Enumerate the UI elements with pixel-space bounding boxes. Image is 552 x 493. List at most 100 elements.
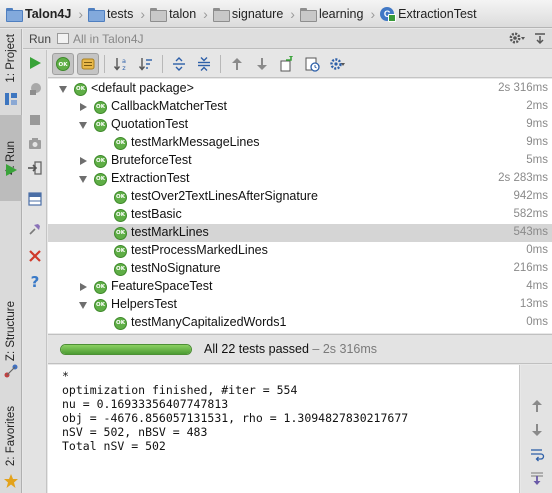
dump-threads-icon[interactable] [27,136,43,152]
project-tab[interactable]: 1: Project [0,29,22,87]
test-passed-icon: OK [114,191,127,204]
test-duration: 942ms [513,190,548,202]
breadcrumb-item[interactable]: signature [211,3,286,25]
test-passed-icon: OK [114,245,127,258]
test-method-node[interactable]: OK testProcessMarkedLines 0ms [48,242,552,260]
test-passed-icon: OK [94,119,107,132]
soft-wrap-icon[interactable] [529,446,545,462]
star-icon [4,474,18,488]
tree-root-node[interactable]: OK <default package> 2s 316ms [48,80,552,98]
test-name: testMarkMessageLines [131,135,260,149]
test-settings-button[interactable] [326,53,348,75]
help-icon[interactable]: ? [27,273,43,289]
expand-arrow-icon[interactable] [79,122,87,129]
test-name: FeatureSpaceTest [111,279,213,293]
history-icon [305,57,320,72]
sort-duration-icon [138,57,152,71]
test-class-node[interactable]: OK HelpersTest 13ms [48,296,552,314]
breadcrumb-label: signature [231,6,284,21]
test-history-button[interactable] [301,53,323,75]
test-method-node[interactable]: OK testManyCapitalizedWords1 0ms [48,314,552,332]
console-output[interactable]: * optimization finished, #iter = 554 nu = … [48,365,520,493]
expand-arrow-icon[interactable] [79,302,87,309]
status-separator: – [308,342,323,356]
run-configuration-tab[interactable]: All in Talon4J [57,32,144,46]
test-method-node[interactable]: OK testMarkLines 543ms [48,224,552,242]
expand-all-button[interactable] [168,53,190,75]
test-duration: 582ms [513,208,548,220]
sort-alphabetically-button[interactable]: az [110,53,132,75]
collapsed-arrow-icon[interactable] [80,283,87,291]
test-name: CallbackMatcherTest [111,99,228,113]
scroll-up-icon[interactable] [529,398,545,414]
close-icon[interactable] [27,248,43,264]
debug-icon[interactable] [27,81,43,97]
next-failed-test-button[interactable] [251,53,273,75]
favorites-tab[interactable]: 2: Favorites [0,401,22,471]
previous-failed-test-button[interactable] [226,53,248,75]
breadcrumb-item[interactable]: talon [148,3,199,25]
breadcrumb-item[interactable]: tests [86,3,136,25]
test-status-bar: All 22 tests passed – 2s 316ms [48,334,552,364]
collapsed-arrow-icon[interactable] [80,157,87,165]
test-method-node[interactable]: OK testMarkMessageLines 9ms [48,134,552,152]
test-name: testBasic [131,207,182,221]
tool-window-stripe: 1: Project 4: Run Z: Structure 2: Favori… [0,29,22,493]
layout-icon[interactable] [27,191,43,207]
svg-text:?: ? [31,273,40,289]
expand-arrow-icon[interactable] [59,86,67,93]
console-line: * [62,369,69,383]
structure-tab[interactable]: Z: Structure [0,291,22,371]
test-passed-icon: OK [114,317,127,330]
test-duration: 9ms [526,118,548,130]
test-name: BruteforceTest [111,153,192,167]
breadcrumb-item[interactable]: Talon4J [4,3,74,25]
test-method-node[interactable]: OK testNoSignature 216ms [48,260,552,278]
test-results-tree[interactable]: OK <default package> 2s 316ms OK CallbackMat… [48,79,552,333]
export-results-button[interactable] [276,53,298,75]
package-folder-icon [212,7,230,22]
test-class-node[interactable]: OK BruteforceTest 5ms [48,152,552,170]
test-method-node[interactable]: OK testOver2TextLinesAfterSignature 942ms [48,188,552,206]
run-tab[interactable]: 4: Run [0,115,22,201]
test-passed-icon: OK [94,173,107,186]
collapsed-arrow-icon[interactable] [80,103,87,111]
sort-by-duration-button[interactable] [135,53,157,75]
test-toolbar: OK az [48,50,552,78]
settings-gear-icon[interactable] [508,31,526,45]
test-class-node[interactable]: OK CallbackMatcherTest 2ms [48,98,552,116]
test-class-node[interactable]: OK ExtractionTest 2s 283ms [48,170,552,188]
next-test-icon [257,57,267,70]
collapse-all-icon [198,56,210,71]
console-toolbar [521,365,552,493]
show-passed-button[interactable]: OK [52,52,74,75]
show-ignored-button[interactable] [77,52,99,75]
test-class-node[interactable]: OK FeatureSpaceTest 4ms [48,278,552,296]
test-method-node[interactable]: OK testBasic 582ms [48,206,552,224]
scroll-to-end-icon[interactable] [529,470,545,486]
exit-icon[interactable] [27,160,43,176]
structure-tab-label: Z: Structure [5,300,17,362]
breadcrumb-separator: › [78,5,83,22]
run-configuration-name: All in Talon4J [73,31,144,46]
toolbar-separator [104,54,105,73]
test-passed-icon: OK [114,263,127,276]
stop-icon[interactable] [27,112,43,128]
test-duration: 4ms [526,280,548,292]
hide-window-icon[interactable] [534,31,546,45]
breadcrumb-item[interactable]: learning [298,3,366,25]
project-structure-icon[interactable] [3,91,19,107]
pin-icon[interactable] [27,221,43,237]
test-name: HelpersTest [111,297,177,311]
expand-arrow-icon[interactable] [79,176,87,183]
run-icon[interactable] [27,55,43,71]
test-duration: 0ms [526,316,548,328]
collapse-all-button[interactable] [193,53,215,75]
test-class-node[interactable]: OK QuotationTest 9ms [48,116,552,134]
breadcrumb-item[interactable]: C ExtractionTest [378,3,480,25]
export-icon [280,55,293,71]
test-name: testManyCapitalizedWords1 [131,315,287,329]
test-passed-icon: OK [114,209,127,222]
test-passed-icon: OK [94,155,107,168]
scroll-down-icon[interactable] [529,422,545,438]
